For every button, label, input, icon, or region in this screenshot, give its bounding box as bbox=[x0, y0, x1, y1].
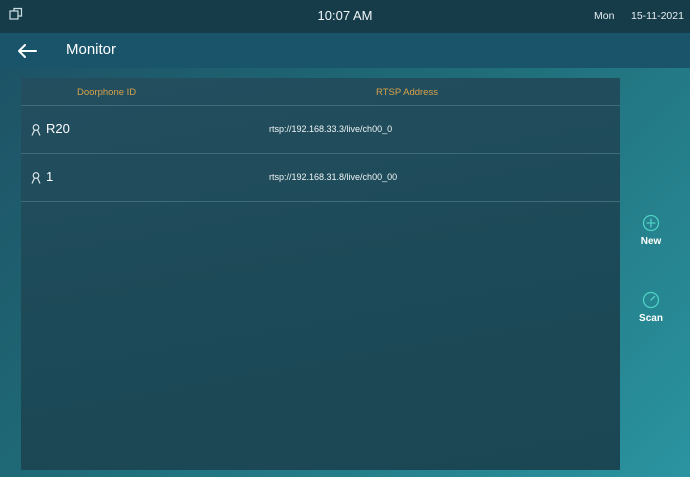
column-header-rtsp-address: RTSP Address bbox=[376, 87, 438, 98]
page-title: Monitor bbox=[66, 41, 117, 58]
table-row[interactable]: R20 rtsp://192.168.33.3/live/ch00_0 bbox=[21, 106, 620, 154]
scan-button[interactable]: Scan bbox=[628, 291, 674, 324]
back-arrow-icon[interactable] bbox=[16, 42, 38, 60]
doorphone-id: R20 bbox=[46, 121, 70, 136]
clock: 10:07 AM bbox=[317, 8, 373, 23]
rtsp-address: rtsp://192.168.31.8/live/ch00_00 bbox=[269, 172, 398, 182]
status-bar: 10:07 AM Mon 15-11-2021 bbox=[0, 0, 690, 33]
day-label: Mon bbox=[594, 10, 615, 22]
gauge-icon bbox=[642, 291, 660, 309]
plus-circle-icon bbox=[642, 214, 660, 232]
new-button-label: New bbox=[640, 236, 662, 247]
title-bar: Monitor bbox=[0, 33, 690, 68]
person-icon bbox=[31, 123, 41, 136]
doorphone-list-panel: Doorphone ID RTSP Address R20 rtsp://192… bbox=[21, 78, 620, 470]
date-label: 15-11-2021 bbox=[631, 10, 684, 22]
monitor-screen: 10:07 AM Mon 15-11-2021 Monitor Doorphon… bbox=[0, 0, 690, 477]
new-button[interactable]: New bbox=[628, 214, 674, 247]
table-row[interactable]: 1 rtsp://192.168.31.8/live/ch00_00 bbox=[21, 154, 620, 202]
scan-button-label: Scan bbox=[639, 313, 663, 324]
person-icon bbox=[31, 171, 41, 184]
column-header-doorphone-id: Doorphone ID bbox=[77, 87, 137, 98]
doorphone-id: 1 bbox=[46, 169, 54, 184]
table-header: Doorphone ID RTSP Address bbox=[21, 78, 620, 106]
rtsp-address: rtsp://192.168.33.3/live/ch00_0 bbox=[269, 124, 393, 134]
